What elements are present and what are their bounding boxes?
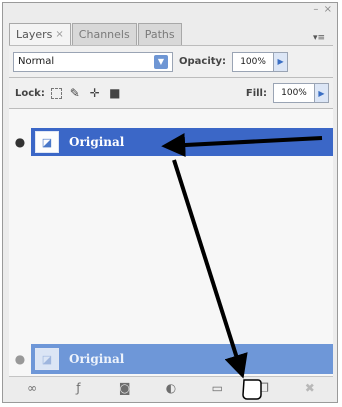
layers-list: ● ◪ Original ● ◪ Original <box>9 109 333 377</box>
panel-menu-icon[interactable]: ▾≡ <box>313 33 325 43</box>
mask-icon[interactable]: ◙ <box>113 378 137 398</box>
tab-paths-label: Paths <box>144 28 175 41</box>
link-icon[interactable]: ∞ <box>20 378 44 398</box>
layer-thumbnail: ◪ <box>35 131 59 153</box>
layer-item[interactable]: ◪ Original <box>31 128 333 156</box>
panel-tabs: Layers × Channels Paths <box>9 23 183 45</box>
lock-label: Lock: <box>15 87 45 99</box>
visibility-eye-icon[interactable]: ● <box>9 125 31 159</box>
opacity-slider-arrow-icon[interactable]: ▶ <box>274 51 289 72</box>
layer-thumbnail: ◪ <box>35 348 59 370</box>
tab-close-icon[interactable]: × <box>55 24 63 45</box>
fill-label: Fill: <box>245 87 267 99</box>
tab-layers-label: Layers <box>16 28 53 41</box>
close-panel-icon[interactable]: × <box>324 4 333 15</box>
fx-icon[interactable]: ƒ <box>66 378 90 398</box>
blend-mode-select[interactable]: Normal ▼ <box>13 51 173 72</box>
fill-slider-arrow-icon[interactable]: ▶ <box>315 83 329 103</box>
opacity-label: Opacity: <box>179 56 227 67</box>
layer-row-selected[interactable]: ● ◪ Original <box>9 125 333 159</box>
adjustment-icon[interactable]: ◐ <box>159 378 183 398</box>
layer-item-drag-ghost[interactable]: ◪ Original <box>31 344 333 374</box>
layer-row-dragging[interactable]: ● ◪ Original <box>9 341 333 377</box>
tab-layers[interactable]: Layers × <box>9 23 71 45</box>
tab-channels[interactable]: Channels <box>71 23 137 45</box>
lock-transparency-icon[interactable] <box>50 87 62 99</box>
blend-toolbar: Normal ▼ Opacity: 100% ▶ <box>9 45 333 77</box>
layer-name: Original <box>69 135 125 149</box>
fill-input[interactable]: 100% <box>273 83 315 103</box>
group-icon[interactable]: ▭ <box>205 378 229 398</box>
blend-mode-value: Normal <box>18 56 55 67</box>
layer-name: Original <box>69 352 125 366</box>
opacity-input[interactable]: 100% <box>232 51 275 72</box>
tab-channels-label: Channels <box>78 28 130 41</box>
new-layer-icon[interactable]: ❐ <box>252 378 276 398</box>
layers-footer: ∞ ƒ ◙ ◐ ▭ ❐ ✖ <box>9 377 333 399</box>
visibility-eye-icon[interactable]: ● <box>9 342 31 376</box>
minimize-icon[interactable]: – <box>313 4 319 15</box>
layers-panel: – × Layers × Channels Paths ▾≡ Normal ▼ … <box>2 2 338 403</box>
tab-paths[interactable]: Paths <box>137 23 182 45</box>
chevron-down-icon[interactable]: ▼ <box>154 54 168 69</box>
lock-position-move-icon[interactable]: ✛ <box>88 86 102 100</box>
window-controls[interactable]: – × <box>313 4 333 15</box>
lock-all-padlock-icon[interactable]: ■ <box>108 86 122 100</box>
lock-pixels-brush-icon[interactable]: ✎ <box>68 86 82 100</box>
lock-toolbar: Lock: ✎ ✛ ■ Fill: 100% ▶ <box>9 77 333 109</box>
trash-icon[interactable]: ✖ <box>298 378 322 398</box>
